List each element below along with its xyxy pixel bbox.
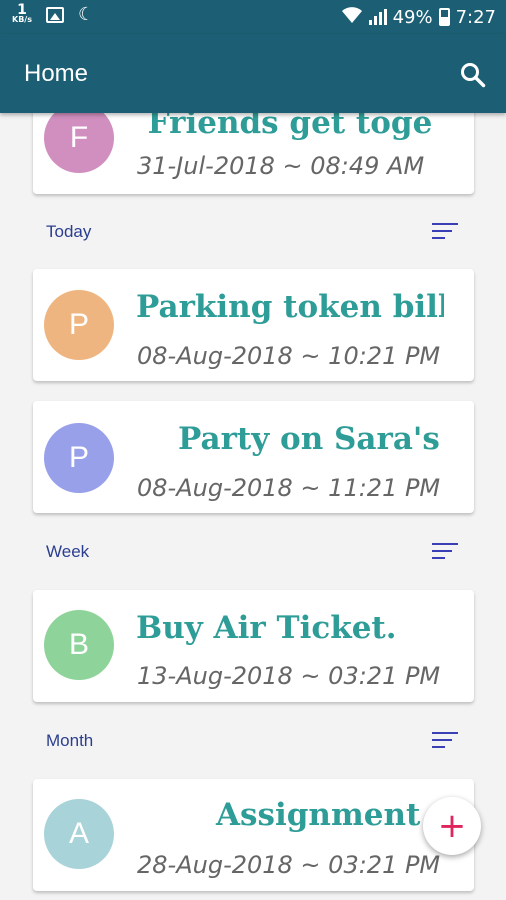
network-speed-unit: KB/s [12,14,32,24]
avatar: A [44,799,114,869]
item-date: 28-Aug-2018 ~ 03:21 PM [137,851,441,879]
item-date: 31-Jul-2018 ~ 08:49 AM [137,152,425,180]
sort-icon[interactable] [432,223,458,243]
sort-icon[interactable] [432,543,458,563]
avatar: P [44,290,114,360]
item-title: Assignment [216,797,421,833]
signal-icon [368,9,387,25]
section-header-week: Week [46,542,90,561]
reminder-list[interactable]: F Friends get toge 31-Jul-2018 ~ 08:49 A… [0,113,506,900]
status-bar: 1 KB/s ☾ 49% 7:27 [0,0,506,34]
list-item[interactable]: B Buy Air Ticket. 13-Aug-2018 ~ 03:21 PM [33,590,474,702]
battery-percent: 49% [392,6,433,28]
image-icon [45,6,64,23]
plus-icon: + [437,806,467,846]
list-item[interactable]: P Parking token bill 08-Aug-2018 ~ 10:21… [33,269,474,381]
item-title: Buy Air Ticket. [136,610,397,646]
add-button[interactable]: + [423,797,481,855]
item-title: Parking token bill [136,289,444,325]
avatar: P [44,423,114,493]
section-header-today: Today [46,222,92,241]
item-date: 08-Aug-2018 ~ 11:21 PM [137,474,441,502]
battery-icon [438,8,450,26]
list-item[interactable]: P Party on Sara's 08-Aug-2018 ~ 11:21 PM [33,401,474,513]
network-speed: 1 KB/s [12,1,32,25]
moon-icon: ☾ [77,4,95,25]
network-speed-value: 1 [17,1,27,18]
section-header-month: Month [46,731,94,750]
page-title: Home [24,60,89,87]
list-item[interactable]: A Assignment 28-Aug-2018 ~ 03:21 PM [33,779,474,891]
wifi-icon [341,6,363,28]
sort-icon[interactable] [432,732,458,752]
clock: 7:27 [455,6,496,28]
avatar: B [44,610,114,680]
item-title: Party on Sara's [178,421,440,457]
search-icon[interactable] [460,62,486,88]
item-date: 13-Aug-2018 ~ 03:21 PM [137,662,441,690]
app-bar: Home [0,34,506,113]
item-date: 08-Aug-2018 ~ 10:21 PM [137,342,441,370]
list-item[interactable]: F Friends get toge 31-Jul-2018 ~ 08:49 A… [33,113,474,194]
item-title: Friends get toge [147,113,433,141]
avatar: F [44,113,114,173]
